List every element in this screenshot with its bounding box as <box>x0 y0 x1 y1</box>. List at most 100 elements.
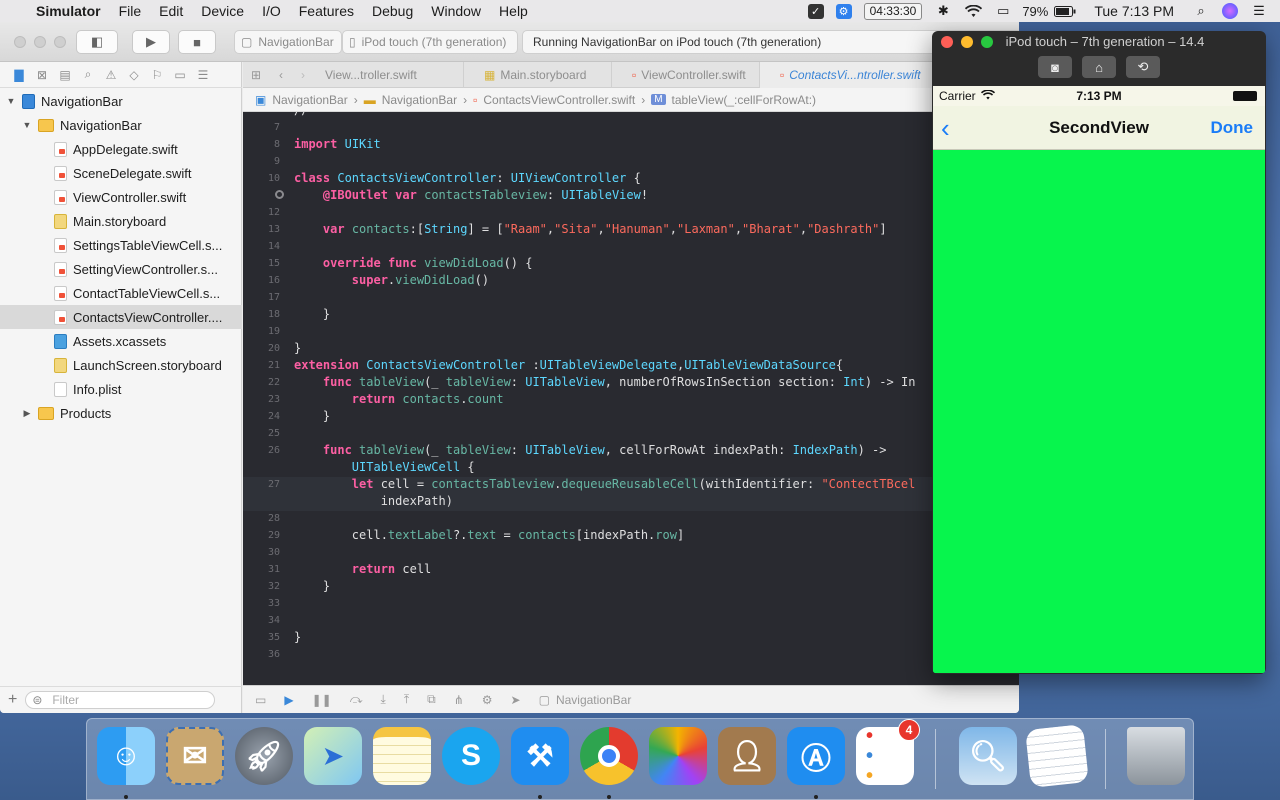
app-store-icon[interactable]: Ⓐ <box>787 727 845 785</box>
tab-view-controller-truncated[interactable]: View...troller.swift <box>305 62 461 88</box>
back-arrow-icon[interactable]: ‹ <box>279 62 283 88</box>
textedit-icon[interactable] <box>1025 724 1089 788</box>
hide-navigator-button[interactable]: ◧ <box>76 30 118 54</box>
wifi-icon[interactable] <box>964 3 982 19</box>
finder-icon[interactable]: ☺ <box>97 727 155 785</box>
menu-features[interactable]: Features <box>290 0 363 22</box>
menu-debug[interactable]: Debug <box>363 0 422 22</box>
scheme-selector[interactable]: ▢ NavigationBar <box>234 30 342 54</box>
menu-app-name[interactable]: Simulator <box>27 0 110 22</box>
rotate-button[interactable]: ⟲ <box>1126 56 1160 78</box>
menu-edit[interactable]: Edit <box>150 0 192 22</box>
hide-debug-area-icon[interactable]: ▭ <box>255 693 266 707</box>
grid-icon[interactable]: ⊞ <box>251 62 261 88</box>
back-chevron-icon[interactable]: ‹ <box>941 115 950 141</box>
clock-datetime[interactable]: Tue 7:13 PM <box>1094 3 1174 19</box>
checkmark-status-icon[interactable]: ✓ <box>807 3 824 19</box>
stop-button[interactable]: ■ <box>178 30 216 54</box>
reminders-icon[interactable]: • • • 4 <box>856 719 920 786</box>
bluetooth-icon[interactable]: ✱ <box>934 3 952 19</box>
file-tree-item[interactable]: Info.plist <box>0 377 242 401</box>
notes-icon[interactable] <box>373 727 431 785</box>
simulator-running-dot <box>814 795 818 799</box>
battery-icon[interactable] <box>1054 3 1076 19</box>
mail-icon[interactable]: ✉ <box>166 727 224 785</box>
file-tree-item[interactable]: AppDelegate.swift <box>0 137 242 161</box>
symbol-navigator-icon[interactable]: ▤ <box>58 68 72 82</box>
step-over-icon[interactable]: ⤼ <box>350 692 363 707</box>
source-control-icon[interactable]: ⊠ <box>35 68 49 82</box>
launchpad-icon[interactable]: 🚀︎ <box>235 727 293 785</box>
gear-status-icon[interactable]: ⚙ <box>835 3 852 19</box>
trash-icon[interactable] <box>1127 727 1185 785</box>
jump-method[interactable]: tableView(_:cellForRowAt:) <box>672 93 817 107</box>
pause-icon[interactable]: ❚❚ <box>312 693 332 707</box>
device-screen[interactable]: Carrier 7:13 PM ‹ SecondView Done <box>933 86 1265 673</box>
menu-file[interactable]: File <box>110 0 151 22</box>
file-tree-item[interactable]: LaunchScreen.storyboard <box>0 353 242 377</box>
file-tree-item[interactable]: ContactTableViewCell.s... <box>0 281 242 305</box>
maps-icon[interactable]: ➤ <box>304 727 362 785</box>
file-tree-item[interactable]: SettingViewController.s... <box>0 257 242 281</box>
breakpoints-toggle-icon[interactable]: ▶ <box>284 693 293 707</box>
line-number: 35 <box>267 632 280 643</box>
destination-selector[interactable]: ▯ iPod touch (7th generation) <box>342 30 518 54</box>
add-file-icon[interactable]: + <box>8 691 17 709</box>
menu-io[interactable]: I/O <box>253 0 290 22</box>
zoom-button[interactable] <box>54 36 66 48</box>
disclosure-down-icon[interactable]: ▼ <box>6 96 16 106</box>
report-navigator-icon[interactable]: ☰ <box>196 68 210 82</box>
disclosure-down-icon[interactable]: ▼ <box>22 120 32 130</box>
home-button[interactable]: ⌂ <box>1082 56 1116 78</box>
debug-navigator-icon[interactable]: ⚐ <box>150 68 164 82</box>
environment-overrides-icon[interactable]: ⚙ <box>482 693 493 707</box>
jump-group[interactable]: NavigationBar <box>382 93 457 107</box>
skype-icon[interactable]: S <box>442 727 500 785</box>
file-tree-item[interactable]: ContactsViewController.... <box>0 305 242 329</box>
spotlight-search-icon[interactable]: ⌕ <box>1192 3 1210 19</box>
file-tree-item[interactable]: ▶ Products <box>0 401 242 425</box>
file-tree-item[interactable]: Main.storyboard <box>0 209 242 233</box>
view-hierarchy-icon[interactable]: ⧉ <box>427 692 436 707</box>
file-tree-item[interactable]: SceneDelegate.swift <box>0 161 242 185</box>
source-editor[interactable]: // 7 8 import UIKit 9 10 class ContactsViewCon… <box>243 112 1019 685</box>
line-number: 15 <box>267 258 280 269</box>
tab-view-controller[interactable]: ▫ ViewController.swift <box>611 62 759 88</box>
file-tree-item[interactable]: ViewController.swift <box>0 185 242 209</box>
preview-icon[interactable]: 🔍︎ <box>959 727 1017 785</box>
minimize-button[interactable] <box>34 36 46 48</box>
run-button[interactable]: ▶ <box>132 30 170 54</box>
step-out-icon[interactable]: ⤒ <box>404 692 409 707</box>
memory-graph-icon[interactable]: ⋔ <box>454 693 464 707</box>
done-button[interactable]: Done <box>1211 118 1254 138</box>
jump-project[interactable]: NavigationBar <box>272 93 347 107</box>
airplay-display-icon[interactable]: ▭ <box>994 3 1012 19</box>
menu-window[interactable]: Window <box>422 0 490 22</box>
file-tree-item[interactable]: SettingsTableViewCell.s... <box>0 233 242 257</box>
disclosure-right-icon[interactable]: ▶ <box>22 408 32 419</box>
filter-input[interactable]: ⊜ Filter <box>25 691 216 709</box>
siri-icon[interactable] <box>1222 3 1238 19</box>
issue-navigator-icon[interactable]: ⚠ <box>104 68 118 82</box>
file-tree-item[interactable]: Assets.xcassets <box>0 329 242 353</box>
file-tree-item[interactable]: ▼ NavigationBar <box>0 89 242 113</box>
menu-help[interactable]: Help <box>490 0 537 22</box>
notification-center-icon[interactable]: ☰ <box>1250 3 1268 19</box>
timer-readout[interactable]: 04:33:30 <box>863 2 923 20</box>
photos-icon[interactable] <box>649 727 707 785</box>
tab-main-storyboard[interactable]: ▦ Main.storyboard <box>463 62 611 88</box>
chrome-icon[interactable] <box>580 727 638 785</box>
test-navigator-icon[interactable]: ◇ <box>127 68 141 82</box>
screenshot-button[interactable]: ◙ <box>1038 56 1072 78</box>
step-in-icon[interactable]: ⤓ <box>381 692 386 707</box>
folder-navigator-icon[interactable]: ▇ <box>12 68 26 82</box>
file-tree-item[interactable]: ▼ NavigationBar <box>0 113 242 137</box>
find-navigator-icon[interactable]: ⌕ <box>81 67 95 82</box>
contacts-icon[interactable]: 👤︎ <box>718 727 776 785</box>
menu-device[interactable]: Device <box>192 0 253 22</box>
location-icon[interactable]: ➤ <box>511 693 521 707</box>
xcode-icon[interactable]: ⚒ <box>511 727 569 785</box>
close-button[interactable] <box>14 36 26 48</box>
breakpoint-navigator-icon[interactable]: ▭ <box>173 68 187 82</box>
jump-file[interactable]: ContactsViewController.swift <box>483 93 635 107</box>
